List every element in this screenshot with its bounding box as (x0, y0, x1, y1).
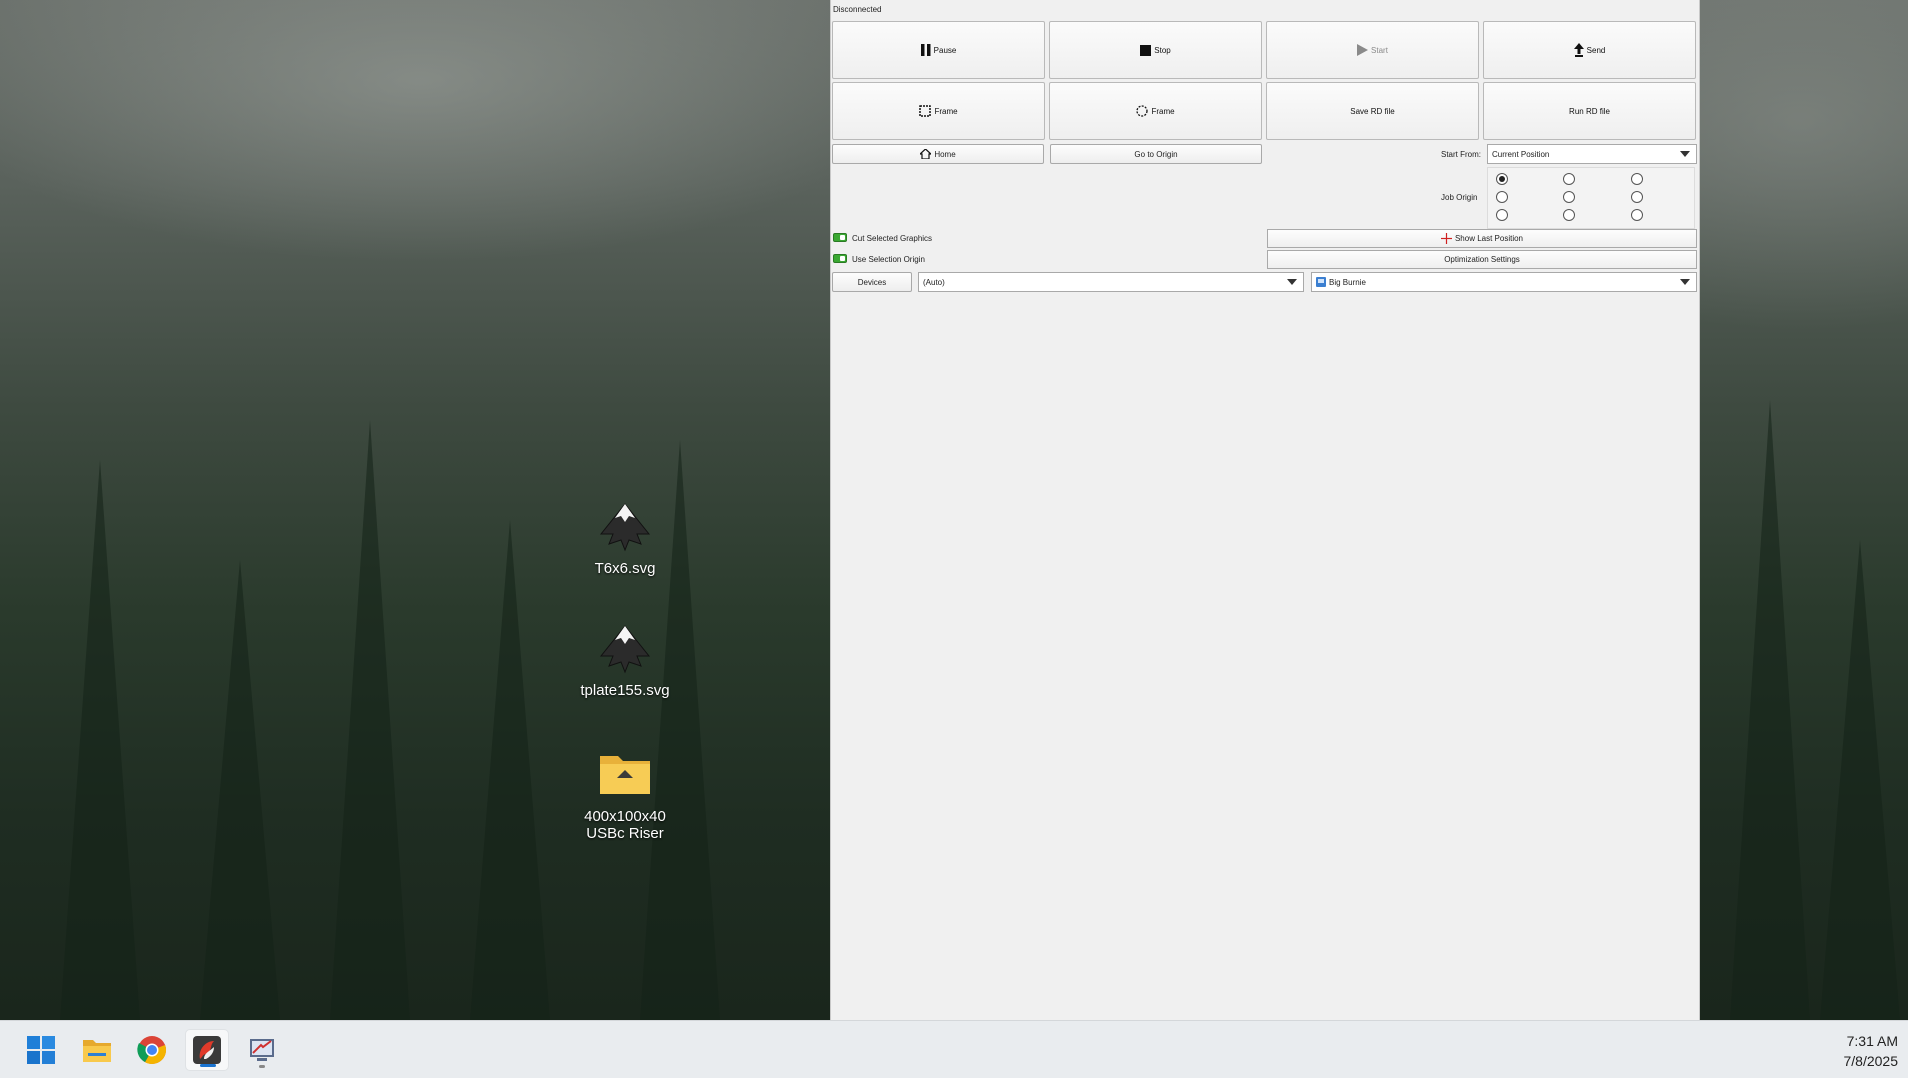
frame-circle-button[interactable]: Frame (1049, 82, 1262, 140)
port-value: (Auto) (923, 277, 945, 287)
chevron-down-icon (1680, 279, 1690, 285)
taskbar-file-explorer[interactable] (75, 1029, 119, 1071)
port-select[interactable]: (Auto) (918, 272, 1304, 292)
device-select[interactable]: Big Burnie (1311, 272, 1697, 292)
upload-icon (1573, 43, 1584, 57)
running-indicator (259, 1065, 265, 1068)
chevron-down-icon (1287, 279, 1297, 285)
desktop-icon-usbc-riser[interactable]: 400x100x40 USBc Riser (570, 748, 680, 842)
desktop-icon-label: T6x6.svg (594, 560, 656, 577)
go-to-origin-label: Go to Origin (1134, 149, 1178, 159)
use-selection-origin-label: Use Selection Origin (852, 255, 925, 264)
clock-time: 7:31 AM (1846, 1033, 1898, 1049)
system-clock[interactable]: 7:31 AM 7/8/2025 (1844, 1031, 1899, 1071)
optimization-settings-button[interactable]: Optimization Settings (1267, 250, 1697, 269)
desktop-icon-label: tplate155.svg (580, 682, 670, 699)
device-icon (1316, 277, 1326, 287)
folder-icon (597, 748, 653, 804)
taskbar-chrome[interactable] (130, 1029, 174, 1071)
laser-panel: Disconnected Pause Stop Start Send Frame… (830, 0, 1700, 1020)
home-icon (920, 149, 932, 159)
show-last-position-label: Show Last Position (1454, 234, 1524, 243)
desktop-icon-t6x6[interactable]: T6x6.svg (570, 500, 680, 577)
save-rd-label: Save RD file (1350, 106, 1395, 116)
start-button[interactable] (19, 1029, 63, 1071)
send-button[interactable]: Send (1483, 21, 1696, 79)
desktop-icon-label: 400x100x40 USBc Riser (584, 808, 666, 842)
device-value: Big Burnie (1329, 277, 1366, 287)
taskbar: 7:31 AM 7/8/2025 (0, 1020, 1908, 1078)
job-origin-radio-top-right[interactable] (1631, 173, 1643, 185)
windows-start-icon (27, 1036, 55, 1064)
job-origin-label: Job Origin (1441, 193, 1478, 202)
start-from-value: Current Position (1492, 149, 1550, 159)
start-label: Start (1371, 45, 1388, 55)
stop-button[interactable]: Stop (1049, 21, 1262, 79)
inkscape-icon (597, 500, 653, 556)
job-origin-radio-center[interactable] (1563, 191, 1575, 203)
connection-status: Disconnected (833, 5, 882, 14)
frame-rect-label: Frame (934, 106, 958, 116)
job-origin-radio-top-left[interactable] (1496, 173, 1508, 185)
send-label: Send (1586, 45, 1606, 55)
job-origin-radio-bottom-center[interactable] (1563, 209, 1575, 221)
start-from-select[interactable]: Current Position (1487, 144, 1697, 164)
use-selection-origin-toggle[interactable] (833, 254, 847, 263)
start-from-label: Start From: (1441, 150, 1482, 159)
desktop-icon-tplate155[interactable]: tplate155.svg (570, 622, 680, 699)
go-to-origin-button[interactable]: Go to Origin (1050, 144, 1262, 164)
active-indicator (200, 1064, 216, 1067)
chevron-down-icon (1680, 151, 1690, 157)
frame-rect-button[interactable]: Frame (832, 82, 1045, 140)
optimization-settings-label: Optimization Settings (1444, 255, 1520, 264)
job-origin-radio-top-center[interactable] (1563, 173, 1575, 185)
devices-button[interactable]: Devices (832, 272, 912, 292)
frame-circle-label: Frame (1151, 106, 1175, 116)
stop-label: Stop (1154, 45, 1171, 55)
pause-button[interactable]: Pause (832, 21, 1045, 79)
job-origin-radio-bottom-right[interactable] (1631, 209, 1643, 221)
start-button[interactable]: Start (1266, 21, 1479, 79)
frame-circle-icon (1136, 105, 1149, 117)
chrome-icon (137, 1036, 167, 1064)
home-label: Home (934, 149, 956, 159)
show-last-position-button[interactable]: Show Last Position (1267, 229, 1697, 248)
job-origin-radio-bottom-left[interactable] (1496, 209, 1508, 221)
job-origin-radio-middle-left[interactable] (1496, 191, 1508, 203)
job-origin-grid (1487, 167, 1695, 229)
app-icon (250, 1039, 274, 1061)
run-rd-label: Run RD file (1569, 106, 1610, 116)
cut-selected-graphics-toggle[interactable] (833, 233, 847, 242)
run-rd-button[interactable]: Run RD file (1483, 82, 1696, 140)
frame-rect-icon (919, 105, 932, 117)
clock-date: 7/8/2025 (1843, 1053, 1899, 1069)
file-explorer-icon (83, 1040, 111, 1062)
stop-icon (1140, 44, 1152, 56)
play-icon (1357, 44, 1369, 56)
lightburn-icon (193, 1036, 221, 1064)
cut-selected-graphics-label: Cut Selected Graphics (852, 234, 933, 243)
save-rd-button[interactable]: Save RD file (1266, 82, 1479, 140)
crosshair-icon (1440, 233, 1452, 244)
taskbar-app[interactable] (240, 1029, 284, 1071)
pause-icon (920, 44, 931, 56)
taskbar-lightburn[interactable] (185, 1029, 229, 1071)
pause-label: Pause (933, 45, 957, 55)
inkscape-icon (597, 622, 653, 678)
devices-label: Devices (857, 277, 887, 287)
job-origin-radio-middle-right[interactable] (1631, 191, 1643, 203)
home-button[interactable]: Home (832, 144, 1044, 164)
